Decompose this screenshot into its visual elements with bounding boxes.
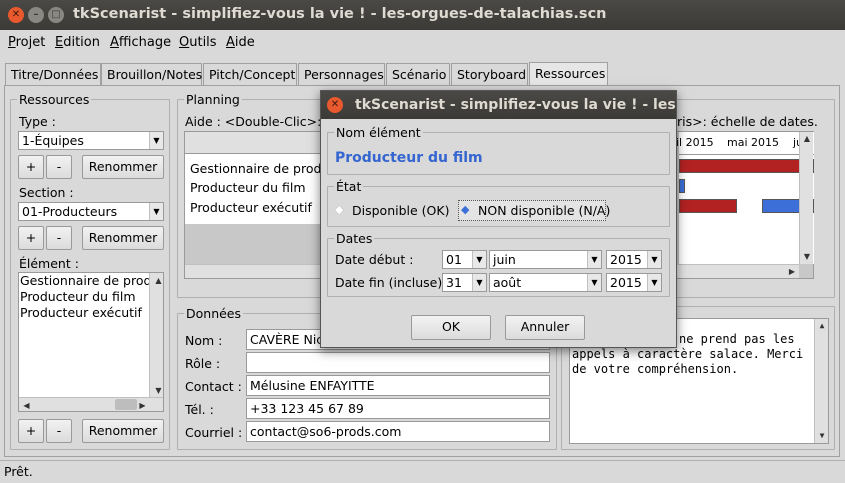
radio-non-disponible[interactable]: ◆ NON disponible (N/A) xyxy=(458,200,610,221)
contact-label: Contact : xyxy=(185,379,242,394)
planning-row-label: Producteur du film xyxy=(190,180,306,195)
dialog-title: tkScenarist - simplifiez-vous la vie ! -… xyxy=(355,97,676,113)
arrow-right-icon: ▶ xyxy=(139,401,146,410)
element-name: Producteur du film xyxy=(335,150,483,166)
chevron-down-icon: ▼ xyxy=(587,251,601,268)
type-remove-button[interactable]: - xyxy=(46,155,72,179)
window-title: tkScenarist - simplifiez-vous la vie ! -… xyxy=(73,6,607,22)
type-label: Type : xyxy=(19,114,56,129)
fin-day-select[interactable]: 31 ▼ xyxy=(442,273,487,292)
chevron-down-icon: ▼ xyxy=(472,251,486,268)
element-list[interactable]: Gestionnaire de produ Producteur du film… xyxy=(18,272,164,412)
debut-month-select[interactable]: juin ▼ xyxy=(489,250,602,269)
planning-bar[interactable] xyxy=(679,179,685,193)
section-select[interactable]: 01-Producteurs ▼ xyxy=(18,202,164,221)
list-item[interactable]: Gestionnaire de produ xyxy=(19,273,163,289)
edit-element-dialog: ✕ tkScenarist - simplifiez-vous la vie !… xyxy=(320,90,677,348)
tab-scenario[interactable]: Scénario xyxy=(386,63,450,85)
contact-field[interactable]: Mélusine ENFAYITTE xyxy=(246,375,550,396)
radio-disponible[interactable]: ◆ Disponible (OK) xyxy=(335,202,455,220)
tel-label: Tél. : xyxy=(185,402,214,417)
debut-day-select[interactable]: 01 ▼ xyxy=(442,250,487,269)
planning-bar[interactable] xyxy=(679,159,814,173)
chevron-down-icon: ▼ xyxy=(472,274,486,291)
fin-year-select[interactable]: 2015 ▼ xyxy=(606,273,662,292)
role-field[interactable] xyxy=(246,352,550,373)
cancel-button[interactable]: Annuler xyxy=(505,315,585,340)
tab-storyboard[interactable]: Storyboard xyxy=(451,63,528,85)
close-icon[interactable]: ✕ xyxy=(8,7,24,23)
type-select[interactable]: 1-Équipes ▼ xyxy=(18,131,164,150)
planning-rows: Gestionnaire de produ Producteur du film… xyxy=(185,132,329,224)
section-remove-button[interactable]: - xyxy=(46,226,72,250)
tab-ressources[interactable]: Ressources xyxy=(529,62,608,86)
arrow-down-icon: ▼ xyxy=(155,386,162,395)
menu-projet[interactable]: Projet xyxy=(8,35,45,50)
status-bar: Prêt. xyxy=(0,460,845,483)
planning-row-label: Gestionnaire de produ xyxy=(190,161,330,176)
tab-pitch-concept[interactable]: Pitch/Concept xyxy=(203,63,297,85)
element-remove-button[interactable]: - xyxy=(46,419,72,443)
planning-help: Aide : <Double-Clic>: xyxy=(185,114,322,129)
notes-scrollbar[interactable]: ▲ ▼ xyxy=(814,319,828,443)
dialog-titlebar: ✕ tkScenarist - simplifiez-vous la vie !… xyxy=(321,91,676,119)
window-titlebar: ✕ – □ tkScenarist - simplifiez-vous la v… xyxy=(0,0,845,30)
section-rename-button[interactable]: Renommer xyxy=(82,226,164,250)
radio-on-icon: ◆ xyxy=(461,203,470,216)
element-add-button[interactable]: + xyxy=(18,419,44,443)
radio-off-icon: ◆ xyxy=(335,203,344,216)
debut-year-select[interactable]: 2015 ▼ xyxy=(606,250,662,269)
arrow-left-icon: ◀ xyxy=(23,401,30,410)
role-label: Rôle : xyxy=(185,356,221,371)
menu-outils[interactable]: Outils xyxy=(179,35,217,50)
close-icon[interactable]: ✕ xyxy=(327,97,343,113)
section-add-button[interactable]: + xyxy=(18,226,44,250)
courriel-label: Courriel : xyxy=(185,425,243,440)
date-debut-label: Date début : xyxy=(335,252,414,267)
status-text: Prêt. xyxy=(4,464,33,479)
element-list-vscrollbar[interactable]: ▲ ▼ xyxy=(149,273,163,397)
minimize-icon[interactable]: – xyxy=(28,7,44,23)
chevron-down-icon: ▼ xyxy=(587,274,601,291)
chevron-down-icon: ▼ xyxy=(647,274,661,291)
fin-month-select[interactable]: août ▼ xyxy=(489,273,602,292)
type-add-button[interactable]: + xyxy=(18,155,44,179)
tab-personnages[interactable]: Personnages xyxy=(298,63,385,85)
element-rename-button[interactable]: Renommer xyxy=(82,419,164,443)
scroll-thumb[interactable] xyxy=(115,399,137,410)
menu-bar: Projet Edition Affichage Outils Aide xyxy=(0,30,845,56)
planning-row-label: Producteur exécutif xyxy=(190,200,312,215)
tel-field[interactable]: +33 123 45 67 89 xyxy=(246,398,550,419)
tab-brouillon-notes[interactable]: Brouillon/Notes xyxy=(101,63,202,85)
ok-button[interactable]: OK xyxy=(411,315,491,340)
arrow-up-icon: ▲ xyxy=(155,276,162,285)
element-label: Élément : xyxy=(19,256,79,271)
element-list-hscrollbar[interactable]: ◀ ▶ xyxy=(19,397,163,411)
section-label: Section : xyxy=(19,185,74,200)
chevron-down-icon: ▼ xyxy=(149,203,163,220)
planning-bar[interactable] xyxy=(679,199,737,213)
date-fin-label: Date fin (incluse): xyxy=(335,275,447,290)
nom-label: Nom : xyxy=(185,333,223,348)
type-rename-button[interactable]: Renommer xyxy=(82,155,164,179)
maximize-icon[interactable]: □ xyxy=(48,7,64,23)
courriel-field[interactable]: contact@so6-prods.com xyxy=(246,421,550,442)
planning-vscrollbar[interactable]: ▲ ▼ xyxy=(799,132,813,264)
menu-edition[interactable]: Edition xyxy=(55,35,100,50)
planning-help-right: ris>: échelle de dates. xyxy=(677,114,818,129)
menu-affichage[interactable]: Affichage xyxy=(110,35,171,50)
list-item[interactable]: Producteur du film xyxy=(19,289,163,305)
tab-titre-donnees[interactable]: Titre/Données xyxy=(5,63,101,85)
chevron-down-icon: ▼ xyxy=(149,132,163,149)
menu-aide[interactable]: Aide xyxy=(226,35,255,50)
list-item[interactable]: Producteur exécutif xyxy=(19,305,163,321)
planning-timeline: il 2015 mai 2015 juin xyxy=(676,132,814,264)
chevron-down-icon: ▼ xyxy=(647,251,661,268)
